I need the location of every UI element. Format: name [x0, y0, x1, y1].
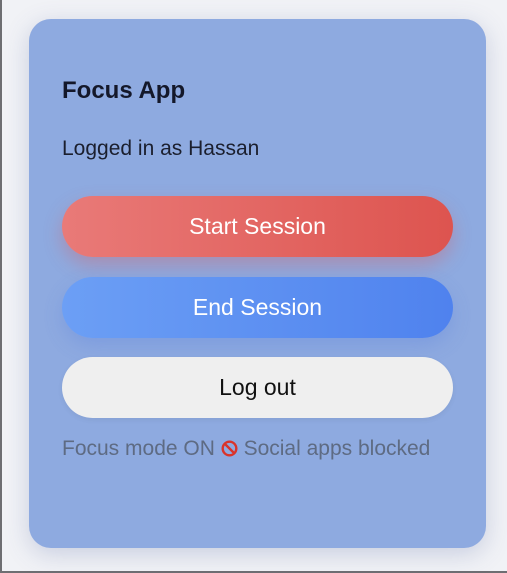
log-out-button[interactable]: Log out: [62, 357, 453, 418]
app-title: Focus App: [62, 77, 186, 104]
status-text-after: Social apps blocked: [243, 437, 431, 460]
window-frame: Focus App Logged in as Hassan Start Sess…: [0, 0, 507, 573]
focus-app-card: Focus App Logged in as Hassan Start Sess…: [29, 19, 486, 548]
logged-in-user: Logged in as Hassan: [62, 137, 260, 160]
status-text-before: Focus mode ON: [62, 437, 215, 460]
prohibited-icon: [221, 436, 238, 457]
start-session-button[interactable]: Start Session: [62, 196, 453, 257]
end-session-button[interactable]: End Session: [62, 277, 453, 338]
focus-status-text: Focus mode ON Social apps blocked: [62, 434, 442, 464]
